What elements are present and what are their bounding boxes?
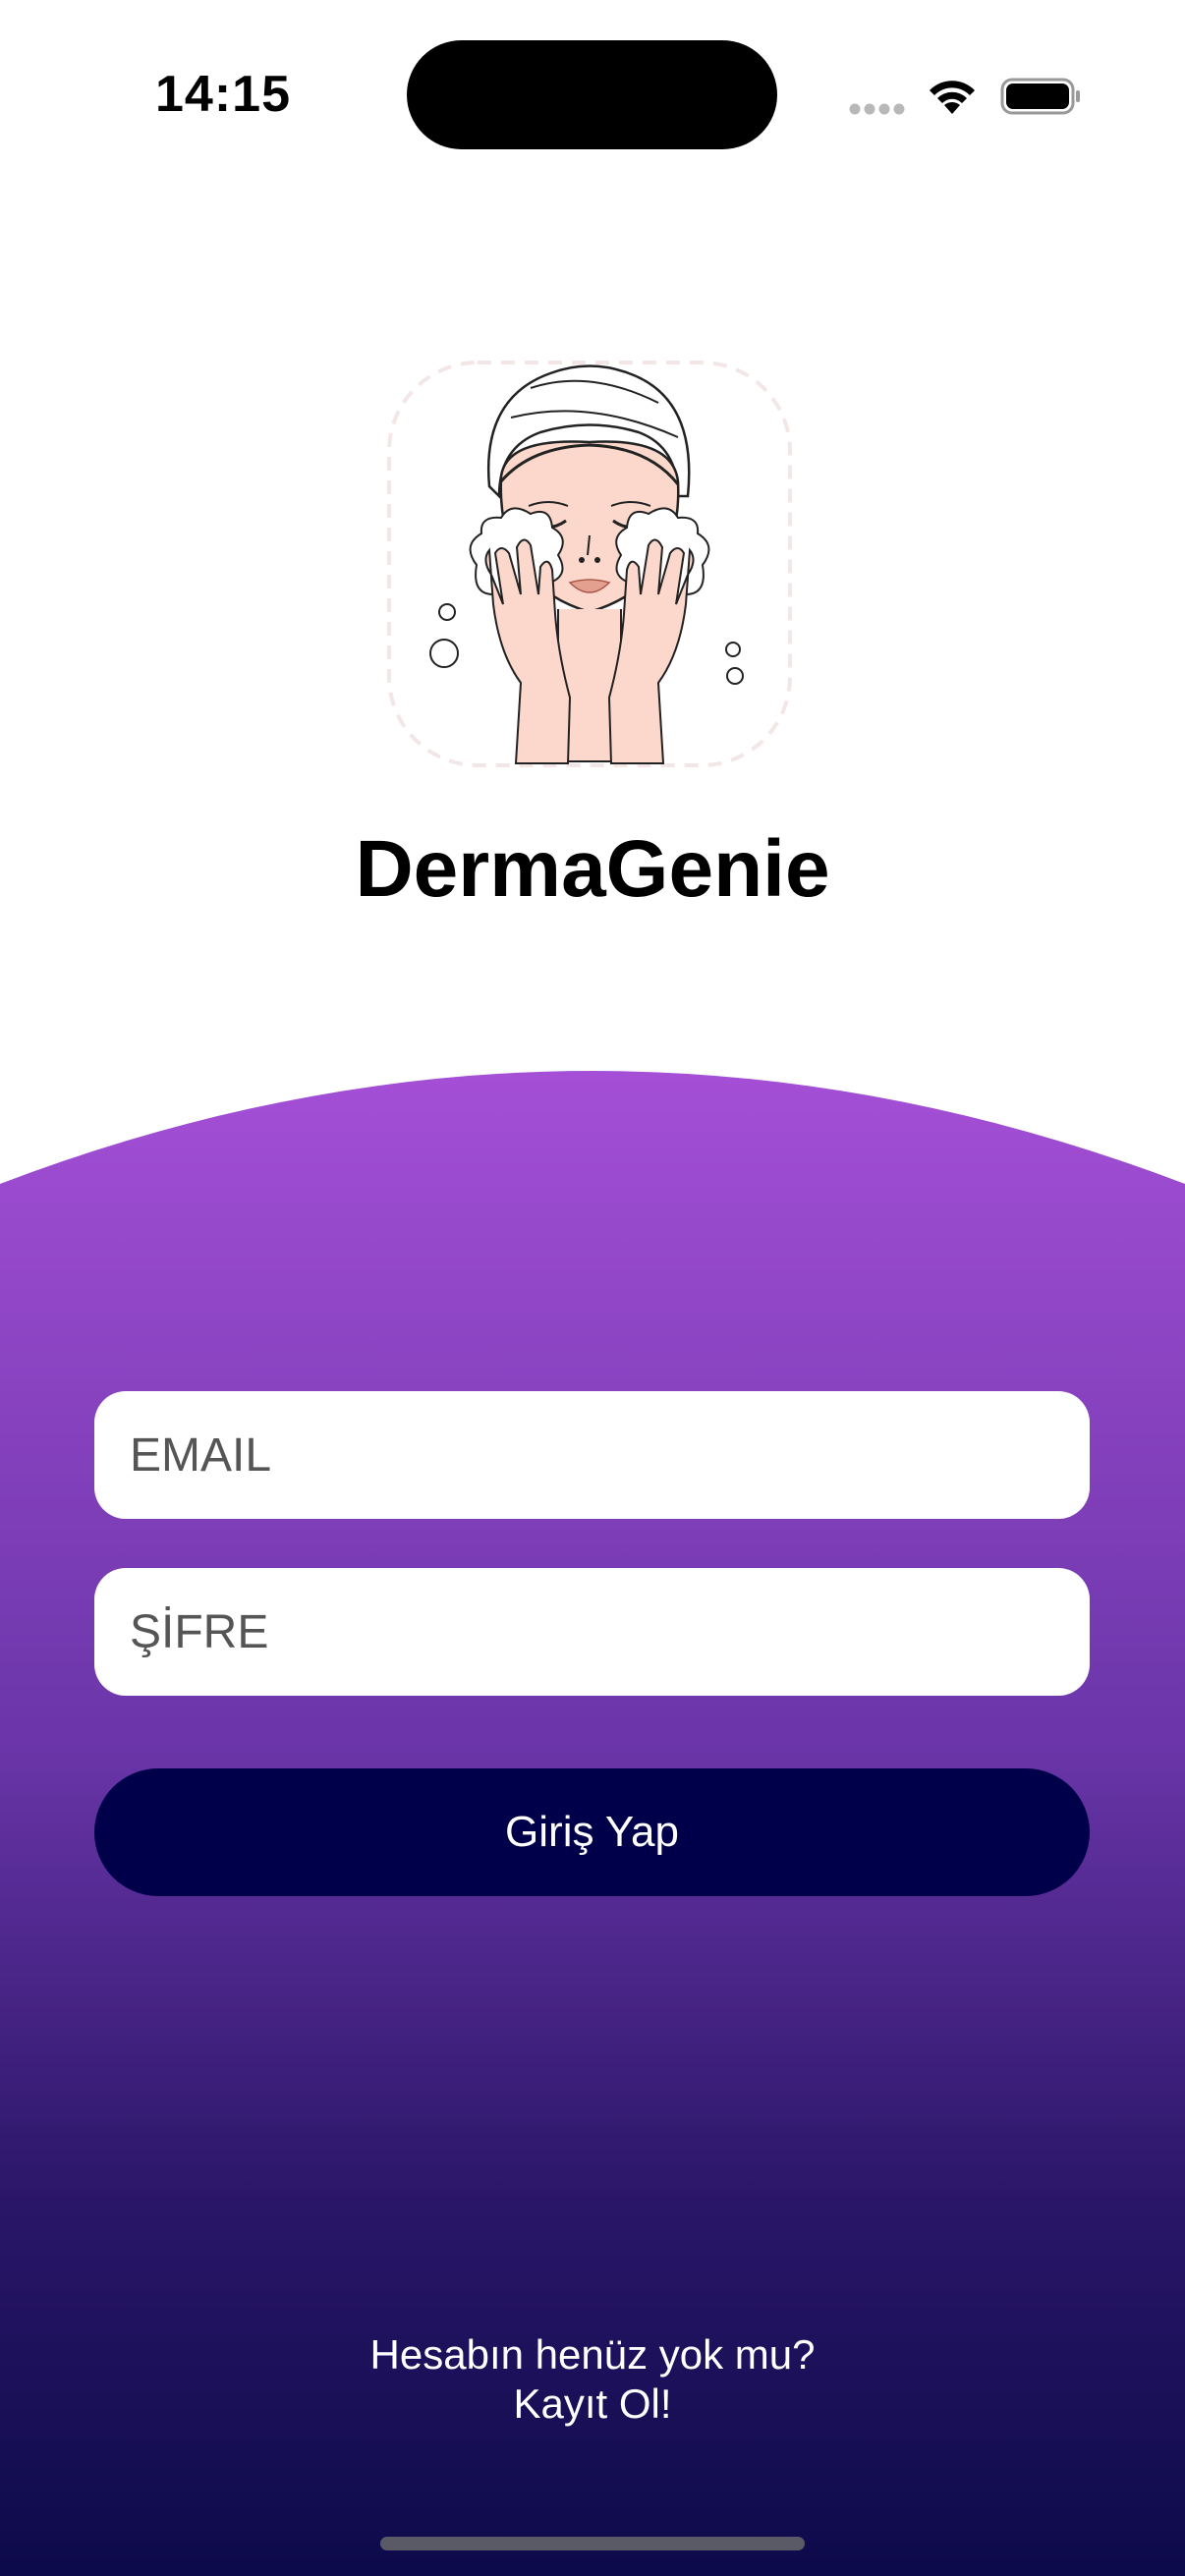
signup-link[interactable]: Kayıt Ol! xyxy=(0,2380,1185,2429)
password-input[interactable] xyxy=(130,1604,1090,1659)
signup-prompt[interactable]: Hesabın henüz yok mu? Kayıt Ol! xyxy=(0,2330,1185,2429)
login-button[interactable]: Giriş Yap xyxy=(94,1768,1090,1896)
login-screen: 14:15 DermaGenie EMAIL Giriş Yap Hesabın… xyxy=(0,0,1185,2576)
wifi-icon xyxy=(930,81,975,114)
app-title: DermaGenie xyxy=(355,824,830,914)
signup-question: Hesabın henüz yok mu? xyxy=(369,2331,816,2378)
email-field[interactable] xyxy=(94,1391,1090,1519)
password-field[interactable] xyxy=(94,1568,1090,1696)
home-indicator xyxy=(380,2537,805,2550)
cellular-signal-icon xyxy=(849,103,905,115)
status-time: 14:15 xyxy=(155,66,291,123)
email-input[interactable] xyxy=(130,1428,1090,1483)
dynamic-island xyxy=(407,40,777,149)
face-washing-woman-icon xyxy=(387,361,792,767)
battery-icon xyxy=(1000,78,1080,115)
